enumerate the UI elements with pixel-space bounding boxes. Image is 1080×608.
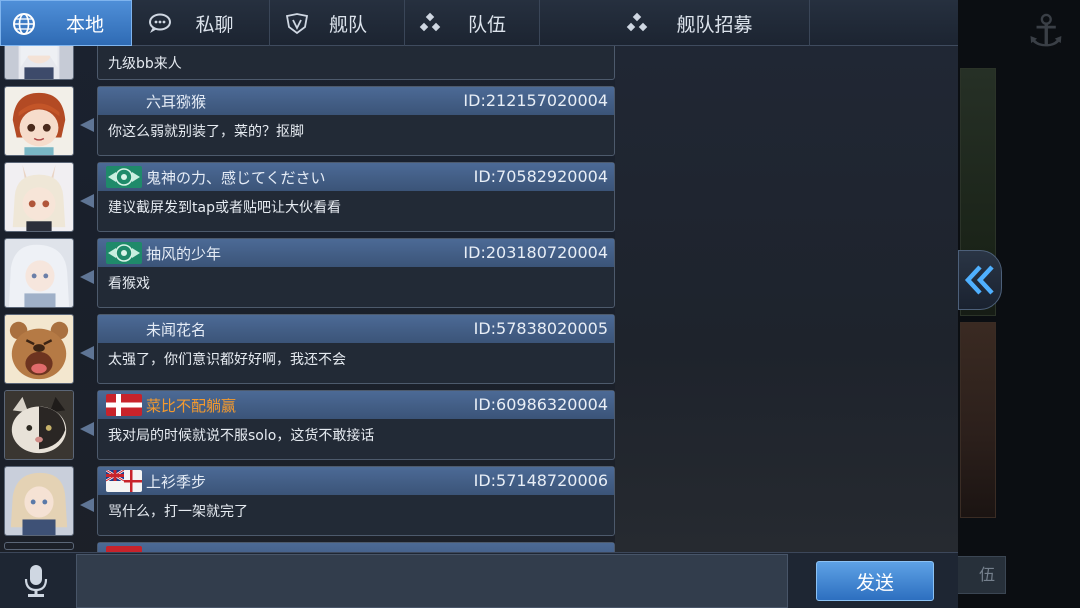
double-chevron-left-icon [964, 265, 994, 295]
tab-private[interactable]: 私聊 [132, 0, 270, 46]
chat-side-area [615, 46, 958, 552]
tab-recruit-label: 舰队招募 [676, 13, 753, 36]
list-item: 抽风的少年 ID:203180720004 看猴戏 [0, 238, 615, 308]
message-header: 鬼神の力、感じてください ID:70582920004 [98, 163, 614, 191]
voice-button[interactable] [14, 561, 58, 601]
avatar[interactable] [4, 238, 74, 308]
tab-fleet[interactable]: 舰队 [270, 0, 405, 46]
avatar[interactable] [4, 162, 74, 232]
chat-input-bar: 发送 [0, 552, 958, 608]
message-text: 你这么弱就别装了，菜的？抠脚 [108, 124, 304, 140]
tab-fleet-label: 舰队 [328, 13, 367, 36]
message-text: 九级bb来人 [108, 56, 182, 72]
speech-bubble-icon [149, 13, 171, 33]
message-bubble: 九级bb来人 [97, 46, 615, 80]
avatar[interactable] [4, 46, 74, 80]
globe-icon [13, 13, 35, 35]
collapse-panel-button[interactable] [958, 250, 1002, 310]
list-item: 未闻花名 ID:57838020005 太强了，你们意识都好好啊，我还不会 [0, 314, 615, 384]
bubble-pointer [80, 194, 94, 208]
avatar[interactable] [4, 542, 74, 550]
sender-id: ID:57148720006 [473, 471, 608, 490]
send-button-label: 发送 [855, 571, 894, 594]
tab-local-label: 本地 [65, 13, 104, 36]
message-header: 未闻花名 ID:57838020005 [98, 315, 614, 343]
bubble-pointer [80, 118, 94, 132]
bubble-pointer [80, 422, 94, 436]
sender-name[interactable]: 抽风的少年 [146, 243, 221, 264]
message-bubble: 抽风的少年 ID:203180720004 看猴戏 [97, 238, 615, 308]
tab-local[interactable]: 本地 [0, 0, 132, 46]
list-item: 九级bb来人 [0, 46, 615, 80]
sender-name[interactable]: 上衫季步 [146, 471, 206, 492]
list-item: 上衫季步 ID:57148720006 骂什么，打一架就完了 [0, 466, 615, 536]
message-text: 看猴戏 [108, 276, 150, 292]
green-emblem-icon [106, 166, 142, 188]
anime-girl-avatar-icon [5, 46, 73, 79]
sender-name[interactable]: 六耳猕猴 [146, 91, 206, 112]
message-text: 太强了，你们意识都好好啊，我还不会 [108, 352, 346, 368]
message-text: 骂什么，打一架就完了 [108, 504, 248, 520]
list-item: 菜比不配躺赢 ID:60986320004 我对局的时候就说不服solo，这货不… [0, 390, 615, 460]
chat-input-field[interactable] [76, 554, 788, 608]
sender-id: ID:203180720004 [463, 243, 608, 262]
message-header: 六耳猕猴 ID:212157020004 [98, 87, 614, 115]
bubble-pointer [80, 346, 94, 360]
bubble-pointer [80, 498, 94, 512]
tab-team-label: 队伍 [467, 13, 506, 36]
avatar[interactable] [4, 390, 74, 460]
message-bubble: 未闻花名 ID:57838020005 太强了，你们意识都好好啊，我还不会 [97, 314, 615, 384]
silver-hair-girl-avatar-icon [5, 239, 73, 307]
message-header: 菜比不配躺赢 ID:60986320004 [98, 391, 614, 419]
sender-id: ID:212157020004 [463, 91, 608, 110]
bubble-pointer [80, 270, 94, 284]
bear-avatar-icon [5, 315, 73, 383]
message-bubble: 鬼神の力、感じてください ID:70582920004 建议截屏发到tap或者贴… [97, 162, 615, 232]
tab-team[interactable]: 队伍 [405, 0, 540, 46]
background-card-bottom [960, 322, 996, 518]
list-item [0, 542, 615, 552]
message-header [98, 543, 614, 552]
message-header: 抽风的少年 ID:203180720004 [98, 239, 614, 267]
channel-tab-bar: 本地 私聊 舰队 队伍 舰队招募 [0, 0, 958, 46]
team-icon [419, 12, 441, 32]
blonde-girl-avatar-icon [5, 467, 73, 535]
red-hair-boy-avatar-icon [5, 87, 73, 155]
cat-avatar-icon [5, 391, 73, 459]
message-list[interactable]: 九级bb来人 六耳猕猴 ID:212157020004 你这么弱就别装了，菜的？… [0, 46, 615, 552]
sender-name[interactable]: 未闻花名 [146, 319, 206, 340]
union-flag-icon [106, 470, 142, 492]
message-text: 建议截屏发到tap或者贴吧让大伙看看 [108, 200, 341, 216]
red-cross-flag-icon [106, 394, 142, 416]
bunny-ear-girl-avatar-icon [5, 163, 73, 231]
avatar[interactable] [4, 314, 74, 384]
message-bubble [97, 542, 615, 552]
sender-name[interactable]: 鬼神の力、感じてください [146, 167, 326, 188]
message-header: 上衫季步 ID:57148720006 [98, 467, 614, 495]
green-emblem-icon [106, 242, 142, 264]
anchor-icon: ⚓ [1026, 6, 1066, 57]
microphone-icon [24, 565, 48, 597]
send-button[interactable]: 发送 [816, 561, 934, 601]
chat-panel: 本地 私聊 舰队 队伍 舰队招募 九级bb来人 六耳猕猴 ID:21215702… [0, 0, 958, 608]
fleet-icon [285, 13, 309, 35]
sender-id: ID:70582920004 [473, 167, 608, 186]
message-bubble: 上衫季步 ID:57148720006 骂什么，打一架就完了 [97, 466, 615, 536]
message-bubble: 六耳猕猴 ID:212157020004 你这么弱就别装了，菜的？抠脚 [97, 86, 615, 156]
avatar[interactable] [4, 466, 74, 536]
tab-recruit[interactable]: 舰队招募 [540, 0, 810, 46]
sender-name[interactable]: 菜比不配躺赢 [146, 395, 236, 416]
avatar[interactable] [4, 86, 74, 156]
message-bubble: 菜比不配躺赢 ID:60986320004 我对局的时候就说不服solo，这货不… [97, 390, 615, 460]
list-item: 六耳猕猴 ID:212157020004 你这么弱就别装了，菜的？抠脚 [0, 86, 615, 156]
message-text: 我对局的时候就说不服solo，这货不敢接话 [108, 428, 375, 444]
background-team-button[interactable]: 伍 [958, 556, 1006, 594]
list-item: 鬼神の力、感じてください ID:70582920004 建议截屏发到tap或者贴… [0, 162, 615, 232]
recruit-icon [626, 12, 648, 32]
sender-id: ID:60986320004 [473, 395, 608, 414]
tab-private-label: 私聊 [195, 13, 234, 36]
sender-id: ID:57838020005 [473, 319, 608, 338]
